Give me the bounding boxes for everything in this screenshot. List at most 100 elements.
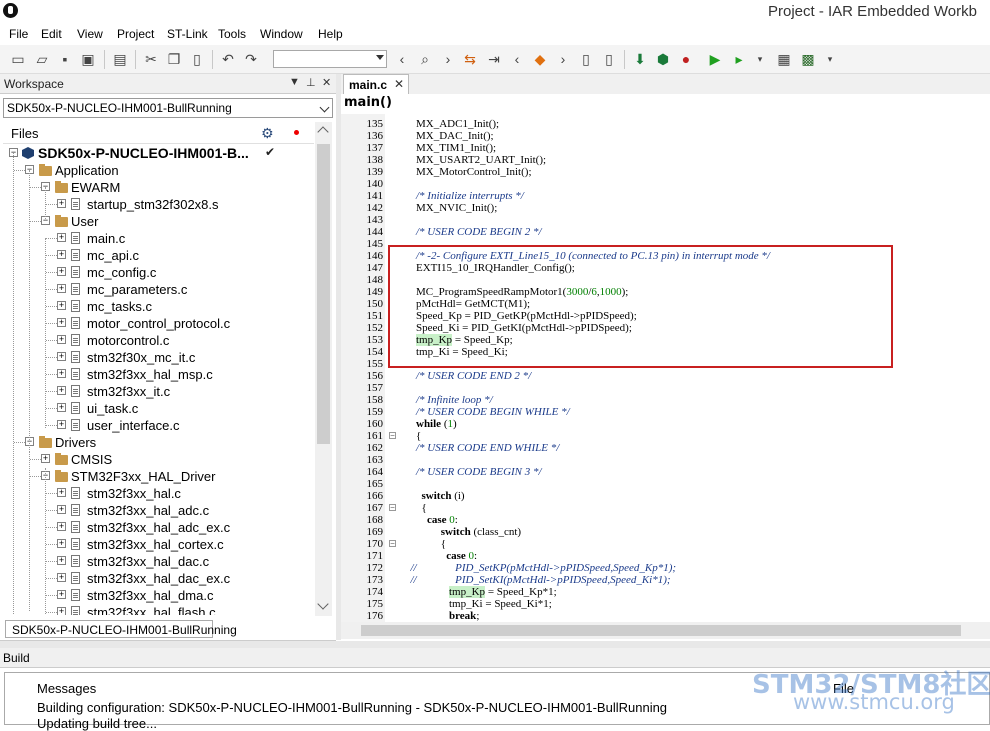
tree-file-item[interactable]: + mc_config.c (3, 264, 314, 281)
expand-icon[interactable]: + (57, 284, 66, 293)
tree-file-item[interactable]: + main.c (3, 230, 314, 247)
tree-folder-item[interactable]: − Application (3, 162, 314, 179)
expand-icon[interactable]: + (57, 352, 66, 361)
pin-icon[interactable]: ⊥ (306, 76, 316, 89)
menu-help[interactable]: Help (318, 27, 343, 41)
code-line[interactable]: MX_NVIC_Init(); (405, 202, 497, 214)
expand-icon[interactable]: + (57, 335, 66, 344)
paste-icon[interactable]: ▯ (189, 51, 205, 67)
code-line[interactable]: MX_ADC1_Init(); (405, 118, 499, 130)
tree-file-item[interactable]: + stm32f3xx_it.c (3, 383, 314, 400)
expand-icon[interactable]: + (57, 369, 66, 378)
messages-column-header[interactable]: Messages (37, 681, 96, 696)
code-editor[interactable]: 135 136 137 138 139 140 141 142 143 144 145 146 147 1… (341, 114, 990, 622)
download-debug-icon[interactable]: ⬢ (655, 51, 671, 67)
tree-file-item[interactable]: + stm32f3xx_hal_msp.c (3, 366, 314, 383)
open-file-icon[interactable]: ▱ (34, 51, 50, 67)
tree-file-item[interactable]: + mc_parameters.c (3, 281, 314, 298)
expand-icon[interactable]: + (57, 420, 66, 429)
expand-icon[interactable]: + (57, 488, 66, 497)
code-line[interactable]: /* Infinite loop */ (405, 394, 493, 406)
tree-file-item[interactable]: + mc_tasks.c (3, 298, 314, 315)
expand-icon[interactable]: + (57, 250, 66, 259)
replace-icon[interactable]: ⇆ (462, 51, 478, 67)
save-all-icon[interactable]: ▣ (80, 51, 96, 67)
tree-file-item[interactable]: + motor_control_protocol.c (3, 315, 314, 332)
menu-project[interactable]: Project (117, 27, 154, 41)
tree-file-item[interactable]: + stm32f3xx_hal_dma.c (3, 587, 314, 604)
close-icon[interactable]: ✕ (394, 77, 404, 91)
expand-icon[interactable]: + (57, 590, 66, 599)
code-line[interactable]: break; (405, 610, 479, 622)
expand-icon[interactable]: + (57, 403, 66, 412)
expand-icon[interactable]: + (57, 199, 66, 208)
expand-icon[interactable]: + (57, 301, 66, 310)
tree-folder-item[interactable]: − STM32F3xx_HAL_Driver (3, 468, 314, 485)
tree-file-item[interactable]: + stm32f30x_mc_it.c (3, 349, 314, 366)
expand-icon[interactable]: + (57, 556, 66, 565)
find-combo[interactable] (273, 50, 387, 68)
scrollbar-thumb[interactable] (317, 144, 330, 444)
iar-app-icon[interactable] (3, 3, 18, 18)
menu-window[interactable]: Window (260, 27, 303, 41)
tree-file-item[interactable]: + stm32f3xx_hal_flash.c (3, 604, 314, 615)
code-line[interactable]: /* USER CODE END 2 */ (405, 370, 531, 382)
fold-marker-icon[interactable]: − (389, 540, 396, 548)
tree-file-item[interactable]: + stm32f3xx_hal_dac.c (3, 553, 314, 570)
breakpoint-icon[interactable]: ● (678, 51, 694, 67)
workspace-menu-icon[interactable]: ▼ (289, 76, 300, 88)
tree-file-item[interactable]: + mc_api.c (3, 247, 314, 264)
fold-marker-icon[interactable]: − (389, 504, 396, 512)
tree-file-item[interactable]: + stm32f3xx_hal_dac_ex.c (3, 570, 314, 587)
tree-folder-item[interactable]: + CMSIS (3, 451, 314, 468)
configuration-select[interactable]: SDK50x-P-NUCLEO-IHM001-BullRunning (3, 98, 333, 118)
toggle-bookmark-icon[interactable]: ◆ (532, 51, 548, 67)
code-line[interactable]: while (1) (405, 418, 457, 430)
expand-icon[interactable]: + (57, 573, 66, 582)
code-line[interactable]: MX_USART2_UART_Init(); (405, 154, 546, 166)
redo-icon[interactable]: ↷ (243, 51, 259, 67)
tree-file-item[interactable]: + startup_stm32f302x8.s (3, 196, 314, 213)
workspace-tab[interactable]: SDK50x-P-NUCLEO-IHM001-BullRunning (5, 620, 237, 638)
code-line[interactable]: { (405, 502, 427, 514)
scroll-up-icon[interactable] (317, 126, 329, 138)
build-message[interactable]: Updating build tree... (37, 716, 157, 731)
scroll-down-icon[interactable] (317, 598, 329, 610)
gear-icon[interactable]: ⚙ (261, 125, 274, 142)
tree-folder-item[interactable]: − User (3, 213, 314, 230)
rebuild-icon[interactable]: ▩ (800, 51, 816, 67)
undo-icon[interactable]: ↶ (220, 51, 236, 67)
prev-bookmark-icon[interactable]: ‹ (509, 51, 525, 67)
make-icon[interactable]: ▦ (776, 51, 792, 67)
debug-run-icon[interactable]: ▶ (707, 51, 723, 67)
code-line[interactable]: case 0: (405, 550, 477, 562)
expand-icon[interactable]: + (57, 522, 66, 531)
code-line[interactable]: { (405, 430, 421, 442)
run-without-debug-icon[interactable]: ▸ (731, 51, 747, 67)
code-line[interactable]: switch (i) (405, 490, 465, 502)
tree-file-item[interactable]: + stm32f3xx_hal_adc.c (3, 502, 314, 519)
fold-marker-icon[interactable]: − (389, 432, 396, 440)
find-icon[interactable]: ⌕ (417, 51, 433, 67)
toolbar-chevron-icon[interactable]: ▾ (752, 51, 768, 67)
code-line[interactable]: case 0: (405, 514, 458, 526)
code-line[interactable]: tmp_Kp = Speed_Kp*1; (405, 586, 557, 598)
doc-prev-icon[interactable]: ▯ (578, 51, 594, 67)
menu-file[interactable]: File (9, 27, 28, 41)
build-message[interactable]: Building configuration: SDK50x-P-NUCLEO-… (37, 700, 667, 715)
horizontal-scrollbar[interactable] (341, 622, 990, 639)
expand-icon[interactable]: + (57, 386, 66, 395)
tab-main-c[interactable]: main.c ✕ (343, 74, 409, 94)
code-line[interactable]: // PID_SetKI(pMctHdl->pPIDSpeed,Speed_Ki… (405, 574, 671, 586)
expand-icon[interactable]: + (57, 318, 66, 327)
expand-icon[interactable]: + (57, 267, 66, 276)
tree-folder-item[interactable]: − EWARM (3, 179, 314, 196)
tree-file-item[interactable]: + user_interface.c (3, 417, 314, 434)
download-icon[interactable]: ⬇ (632, 51, 648, 67)
nav-back-icon[interactable]: ‹ (394, 51, 410, 67)
toolbar-chevron-icon-2[interactable]: ▾ (822, 51, 838, 67)
code-line[interactable]: MX_TIM1_Init(); (405, 142, 496, 154)
code-line[interactable]: MX_DAC_Init(); (405, 130, 494, 142)
expand-icon[interactable]: + (57, 539, 66, 548)
new-file-icon[interactable]: ▭ (10, 51, 26, 67)
